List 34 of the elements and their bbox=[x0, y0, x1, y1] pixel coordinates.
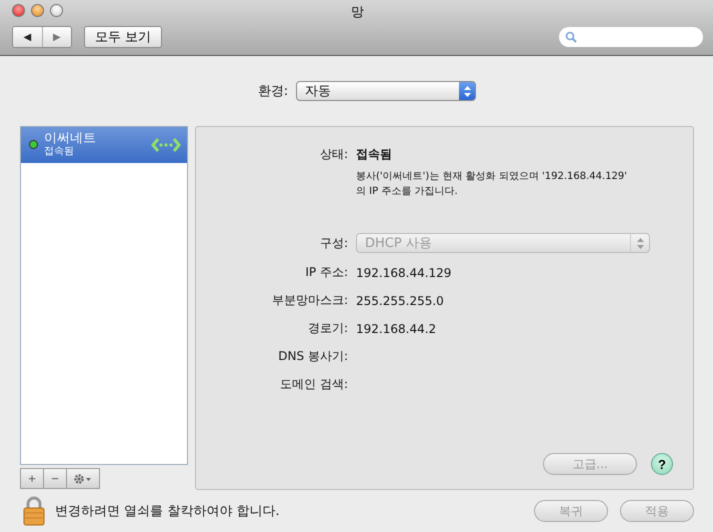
field-label: IP 주소: bbox=[304, 264, 348, 281]
dropdown-arrows-icon bbox=[459, 82, 476, 100]
lock-message: 변경하려면 열쇠를 찰칵하여야 합니다. bbox=[55, 503, 280, 520]
status-description: 봉사('이써네트')는 현재 활성화 되였으며 '192.168.44.129' 의 IP 주소를 가집니다. bbox=[356, 170, 628, 199]
search-field[interactable] bbox=[559, 27, 703, 47]
lock-icon[interactable] bbox=[23, 496, 45, 526]
close-icon[interactable] bbox=[12, 4, 25, 17]
field-label: 경로기: bbox=[306, 320, 348, 337]
forward-button[interactable]: ▶ bbox=[42, 27, 71, 47]
field-value: 192.168.44.129 bbox=[356, 266, 452, 280]
status-value: 접속됨 bbox=[356, 146, 393, 163]
window-title: 망 bbox=[351, 4, 364, 21]
field-value: 255.255.255.0 bbox=[356, 294, 445, 308]
ethernet-icon bbox=[151, 136, 181, 152]
minimize-icon[interactable] bbox=[31, 4, 44, 17]
status-label: 상태: bbox=[318, 146, 348, 163]
location-dropdown[interactable]: 자동 bbox=[296, 81, 476, 101]
service-name: 이써네트 bbox=[44, 131, 97, 146]
zoom-icon[interactable] bbox=[50, 4, 63, 17]
field-label: DNS 봉사기: bbox=[277, 348, 348, 365]
gear-icon bbox=[73, 472, 93, 484]
field-value: 192.168.44.2 bbox=[356, 322, 438, 336]
remove-button[interactable]: − bbox=[44, 469, 67, 488]
search-icon bbox=[565, 31, 577, 43]
service-item[interactable]: 이써네트 접속됨 bbox=[21, 127, 187, 163]
service-status: 접속됨 bbox=[44, 146, 75, 158]
help-button[interactable]: ? bbox=[651, 453, 673, 475]
add-button[interactable]: + bbox=[21, 469, 44, 488]
configure-label: 구성: bbox=[318, 234, 348, 252]
field-label: 도메인 검색: bbox=[279, 376, 348, 393]
field-label: 부분망마스크: bbox=[270, 292, 348, 309]
show-all-button[interactable]: 모두 보기 bbox=[84, 26, 162, 48]
back-button[interactable]: ◀ bbox=[13, 27, 42, 47]
location-label: 환경: bbox=[258, 83, 288, 100]
